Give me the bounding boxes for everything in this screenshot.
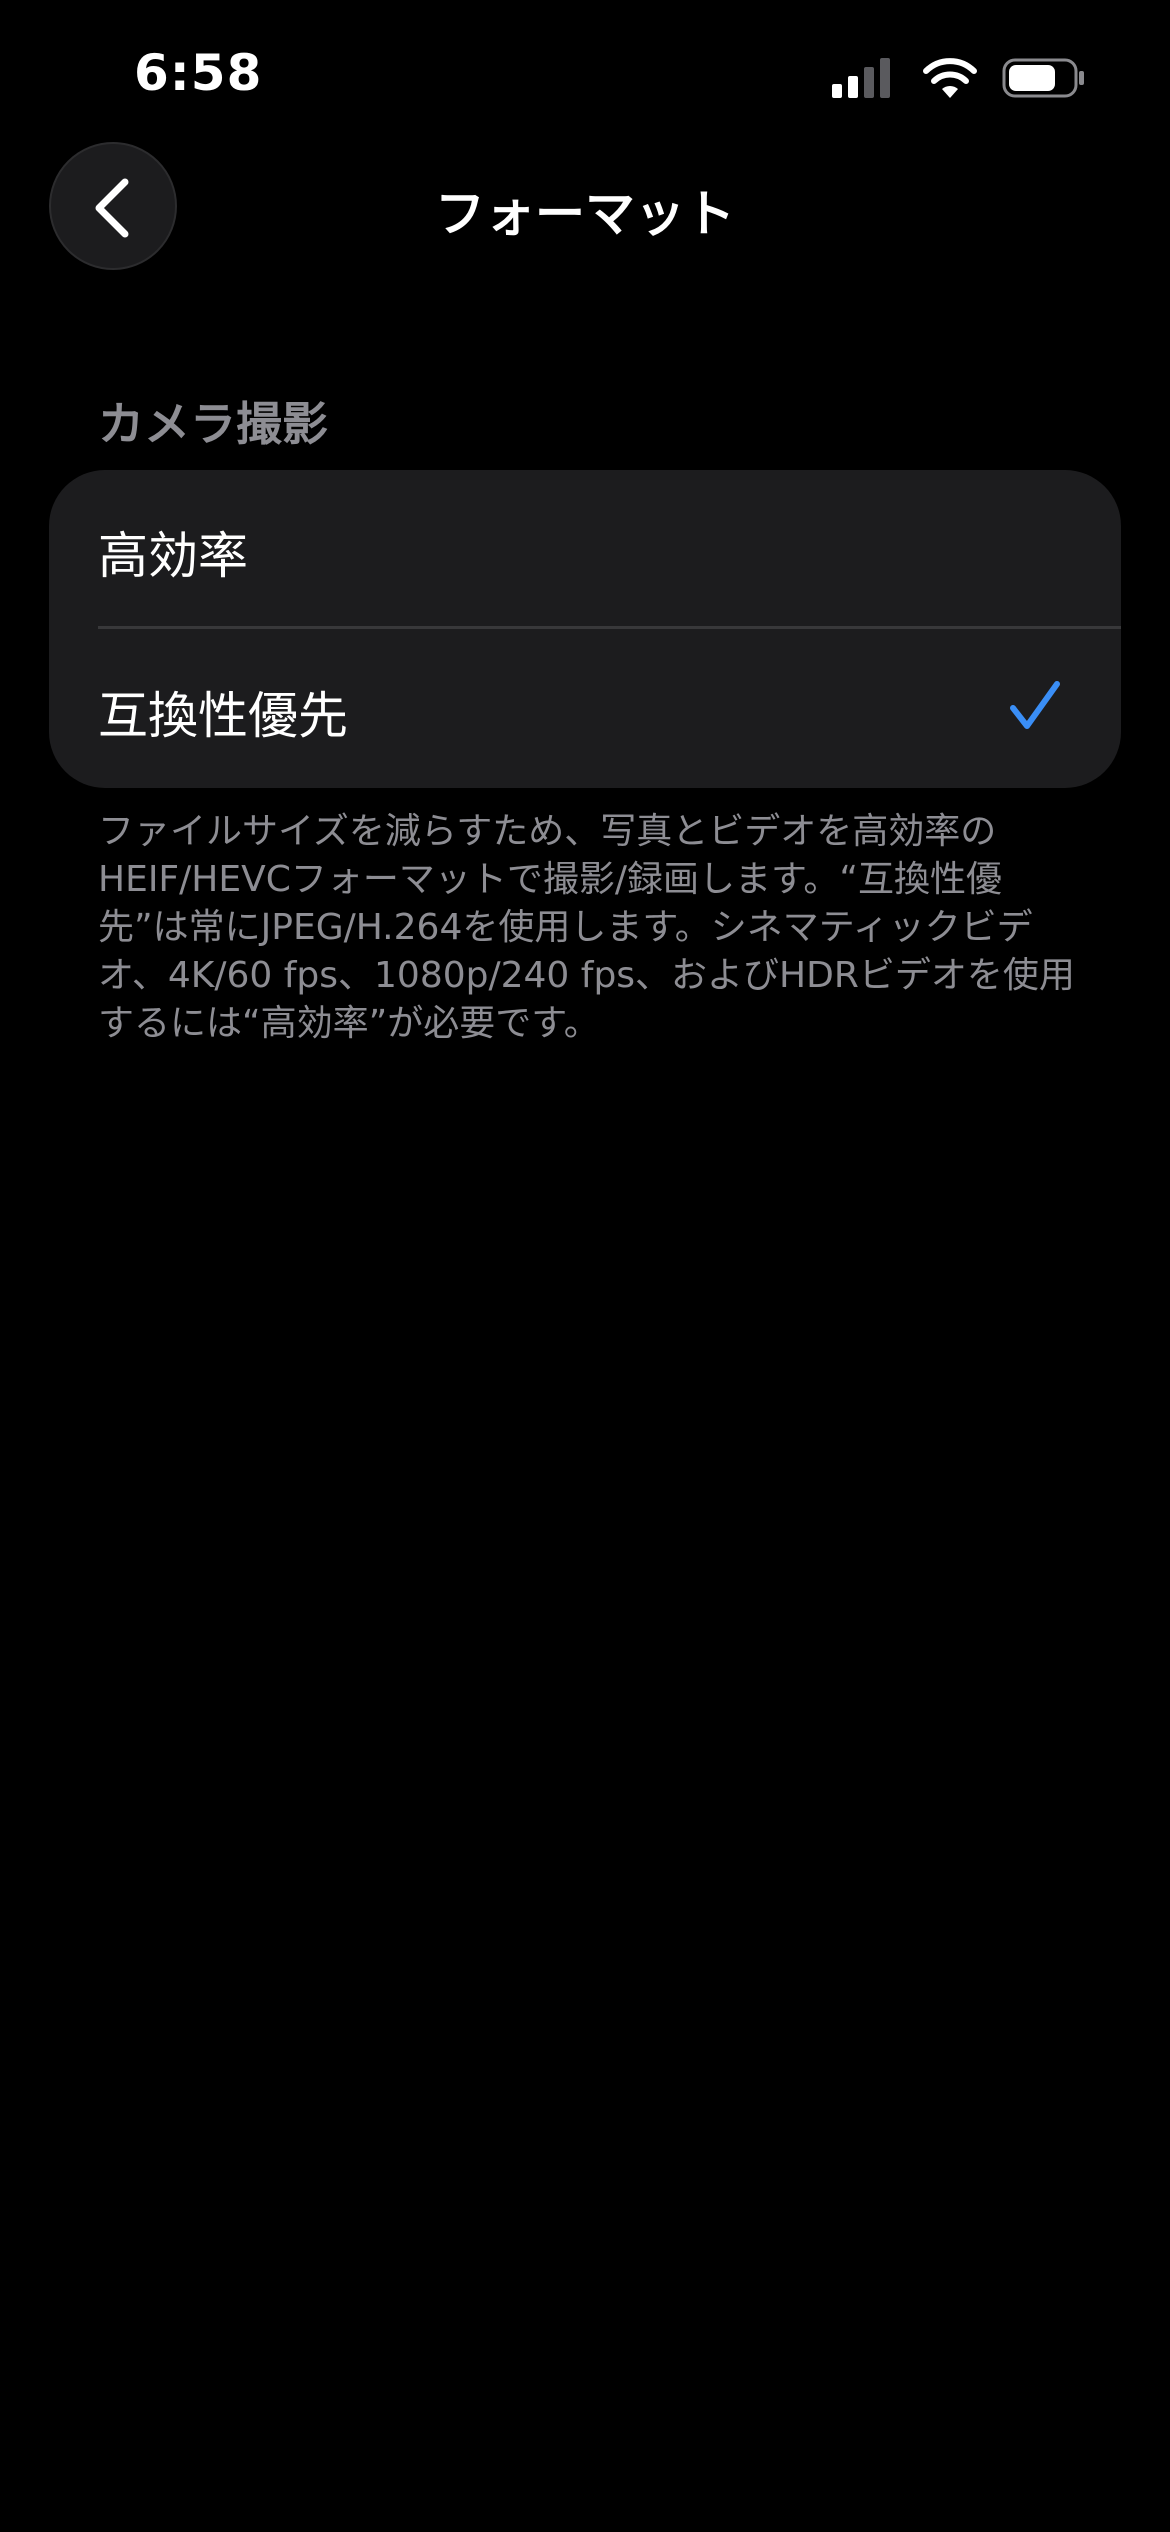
page-title: フォーマット [435, 185, 735, 243]
cellular-signal-icon [832, 58, 890, 98]
option-label: 高効率 [98, 527, 248, 585]
option-most-compatible[interactable]: 互換性優先 [49, 630, 1121, 788]
option-high-efficiency[interactable]: 高効率 [49, 470, 1121, 628]
section-header: カメラ撮影 [98, 397, 328, 451]
option-label: 互換性優先 [98, 687, 348, 745]
format-options-group: 高効率 互換性優先 [49, 470, 1121, 788]
status-bar: 6:58 [0, 0, 1170, 140]
navigation-bar: フォーマット [0, 140, 1170, 280]
divider [98, 626, 1121, 629]
status-icons [832, 54, 1092, 102]
checkmark-icon [1010, 681, 1060, 729]
status-time: 6:58 [134, 44, 263, 102]
battery-icon [1002, 58, 1084, 98]
footer-description: ファイルサイズを減らすため、写真とビデオを高効率のHEIF/HEVCフォーマット… [98, 811, 1075, 1044]
wifi-icon [923, 58, 977, 98]
